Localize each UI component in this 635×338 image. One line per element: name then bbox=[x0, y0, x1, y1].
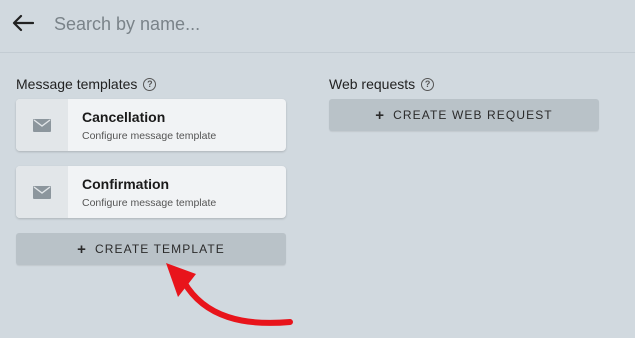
help-icon[interactable]: ? bbox=[421, 77, 435, 91]
template-card-confirmation[interactable]: Confirmation Configure message template bbox=[16, 166, 286, 218]
search-input[interactable] bbox=[52, 8, 616, 40]
envelope-icon bbox=[16, 99, 68, 151]
card-title: Cancellation bbox=[82, 109, 166, 125]
message-templates-heading: Message templates ? bbox=[16, 76, 157, 92]
card-title: Confirmation bbox=[82, 176, 170, 192]
help-icon[interactable]: ? bbox=[143, 77, 157, 91]
envelope-icon bbox=[16, 166, 68, 218]
card-subtitle: Configure message template bbox=[82, 130, 217, 142]
back-arrow-icon[interactable] bbox=[10, 10, 36, 36]
create-template-label: CREATE TEMPLATE bbox=[95, 242, 225, 256]
message-templates-title: Message templates bbox=[16, 76, 138, 92]
card-subtitle: Configure message template bbox=[82, 197, 217, 209]
plus-icon: + bbox=[77, 240, 87, 258]
create-web-request-label: CREATE WEB REQUEST bbox=[393, 108, 553, 122]
web-requests-title: Web requests bbox=[329, 76, 416, 92]
create-template-button[interactable]: + CREATE TEMPLATE bbox=[16, 233, 286, 265]
plus-icon: + bbox=[375, 106, 386, 124]
search-bar bbox=[0, 0, 635, 53]
create-web-request-button[interactable]: + CREATE WEB REQUEST bbox=[329, 99, 599, 131]
web-requests-heading: Web requests ? bbox=[329, 76, 435, 92]
template-card-cancellation[interactable]: Cancellation Configure message template bbox=[16, 99, 286, 151]
